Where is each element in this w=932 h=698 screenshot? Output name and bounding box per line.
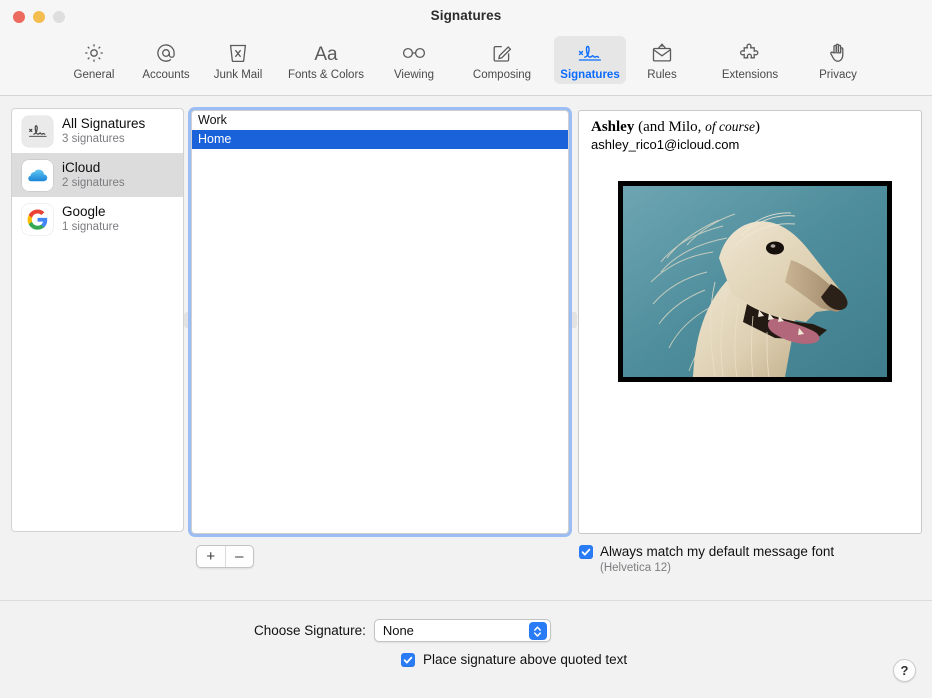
- toolbar-label: Accounts: [142, 69, 190, 81]
- toolbar-label: General: [73, 69, 115, 81]
- toolbar-label: Junk Mail: [213, 69, 263, 81]
- list-item[interactable]: Work: [192, 111, 568, 130]
- toolbar-label: Privacy: [819, 69, 857, 81]
- match-default-font-checkbox[interactable]: [579, 545, 593, 559]
- splitter-left[interactable]: [184, 108, 191, 532]
- toolbar-item-fonts-colors[interactable]: Aa Fonts & Colors: [274, 36, 378, 84]
- choose-signature-popup[interactable]: None: [373, 619, 551, 642]
- place-signature-checkbox[interactable]: [401, 653, 415, 667]
- account-subtitle: 2 signatures: [62, 176, 125, 189]
- icloud-icon: [22, 159, 53, 191]
- google-icon: [22, 203, 53, 235]
- signature-name: Ashley: [591, 119, 635, 135]
- sidebar-item-text: iCloud 2 signatures: [62, 160, 125, 190]
- account-subtitle: 3 signatures: [62, 132, 125, 145]
- signature-name-suffix: (and Milo,: [634, 119, 706, 135]
- help-button[interactable]: ?: [893, 659, 916, 682]
- toolbar-item-composing[interactable]: Composing: [450, 36, 554, 84]
- account-name: iCloud: [62, 160, 101, 176]
- chevron-updown-icon: [528, 622, 547, 640]
- junk-bin-icon: [226, 40, 250, 66]
- puzzle-icon: [737, 40, 763, 66]
- splitter-handle: [570, 312, 577, 328]
- aa-text-icon: Aa: [309, 40, 343, 66]
- toolbar-label: Viewing: [393, 69, 435, 81]
- title-bar: Signatures: [0, 0, 932, 33]
- signatures-preferences-window: Signatures General Accounts Junk Mail Aa…: [0, 0, 932, 698]
- hand-icon: [826, 40, 850, 66]
- signature-icon: [575, 40, 605, 66]
- choose-signature-row: Choose Signature: None: [254, 619, 551, 642]
- list-item[interactable]: Home: [192, 130, 568, 149]
- svg-text:Aa: Aa: [314, 44, 338, 65]
- sidebar-item-google[interactable]: Google 1 signature: [12, 197, 183, 241]
- signature-name-close: ): [755, 119, 761, 135]
- compose-pencil-icon: [490, 40, 514, 66]
- accounts-sidebar: All Signatures 3 signatures iCloud 2 sig…: [11, 108, 184, 532]
- signature-image-frame: [618, 180, 892, 382]
- toolbar-label: Extensions: [721, 69, 779, 81]
- toolbar-item-privacy[interactable]: Privacy: [802, 36, 874, 84]
- add-signature-button[interactable]: +: [197, 546, 226, 567]
- toolbar-label: Signatures: [560, 69, 620, 81]
- choose-signature-value: None: [382, 623, 414, 638]
- sidebar-item-icloud[interactable]: iCloud 2 signatures: [12, 153, 183, 197]
- toolbar-label: Composing: [472, 69, 532, 81]
- toolbar-label: Rules: [647, 69, 677, 81]
- toolbar-label: Fonts & Colors: [287, 69, 365, 81]
- sidebar-item-text: Google 1 signature: [62, 204, 119, 234]
- toolbar-item-accounts[interactable]: Accounts: [130, 36, 202, 84]
- afghan-hound-photo: [623, 185, 887, 377]
- glasses-icon: [400, 40, 428, 66]
- signature-name-line: Ashley (and Milo, of course): [591, 119, 909, 136]
- match-default-font-label: Always match my default message font: [600, 544, 835, 559]
- bottom-bar: Choose Signature: None Place signature a…: [0, 600, 932, 698]
- signature-email: ashley_rico1@icloud.com: [591, 137, 740, 153]
- place-signature-label: Place signature above quoted text: [423, 652, 628, 667]
- signature-name-italic: of course: [705, 119, 756, 134]
- signature-icon: [22, 115, 53, 147]
- window-title: Signatures: [430, 8, 502, 23]
- splitter-handle: [184, 312, 191, 328]
- place-signature-row[interactable]: Place signature above quoted text: [401, 652, 627, 667]
- toolbar-item-viewing[interactable]: Viewing: [378, 36, 450, 84]
- account-name: All Signatures: [62, 116, 146, 132]
- toolbar-item-rules[interactable]: Rules: [626, 36, 698, 84]
- match-default-font-sublabel: (Helvetica 12): [600, 562, 671, 574]
- toolbar-item-general[interactable]: General: [58, 36, 130, 84]
- match-default-font-group: Always match my default message font (He…: [579, 544, 919, 574]
- at-sign-icon: [154, 40, 178, 66]
- splitter-right[interactable]: [570, 108, 577, 532]
- preferences-toolbar: General Accounts Junk Mail Aa Fonts & Co…: [0, 33, 932, 96]
- toolbar-item-extensions[interactable]: Extensions: [698, 36, 802, 84]
- signature-list[interactable]: Work Home: [191, 110, 569, 534]
- rules-envelope-icon: [649, 40, 675, 66]
- sidebar-item-text: All Signatures 3 signatures: [62, 116, 145, 146]
- signature-preview[interactable]: Ashley (and Milo, of course) ashley_rico…: [578, 110, 922, 534]
- gear-icon: [82, 40, 106, 66]
- toolbar-item-junk-mail[interactable]: Junk Mail: [202, 36, 274, 84]
- sidebar-item-all-signatures[interactable]: All Signatures 3 signatures: [12, 109, 183, 153]
- signature-add-remove-control: + –: [196, 545, 254, 568]
- account-subtitle: 1 signature: [62, 220, 119, 233]
- account-name: Google: [62, 204, 106, 220]
- remove-signature-button[interactable]: –: [226, 546, 254, 567]
- toolbar-item-signatures[interactable]: Signatures: [554, 36, 626, 84]
- choose-signature-label: Choose Signature:: [254, 623, 366, 638]
- match-default-font-row[interactable]: Always match my default message font: [579, 544, 919, 560]
